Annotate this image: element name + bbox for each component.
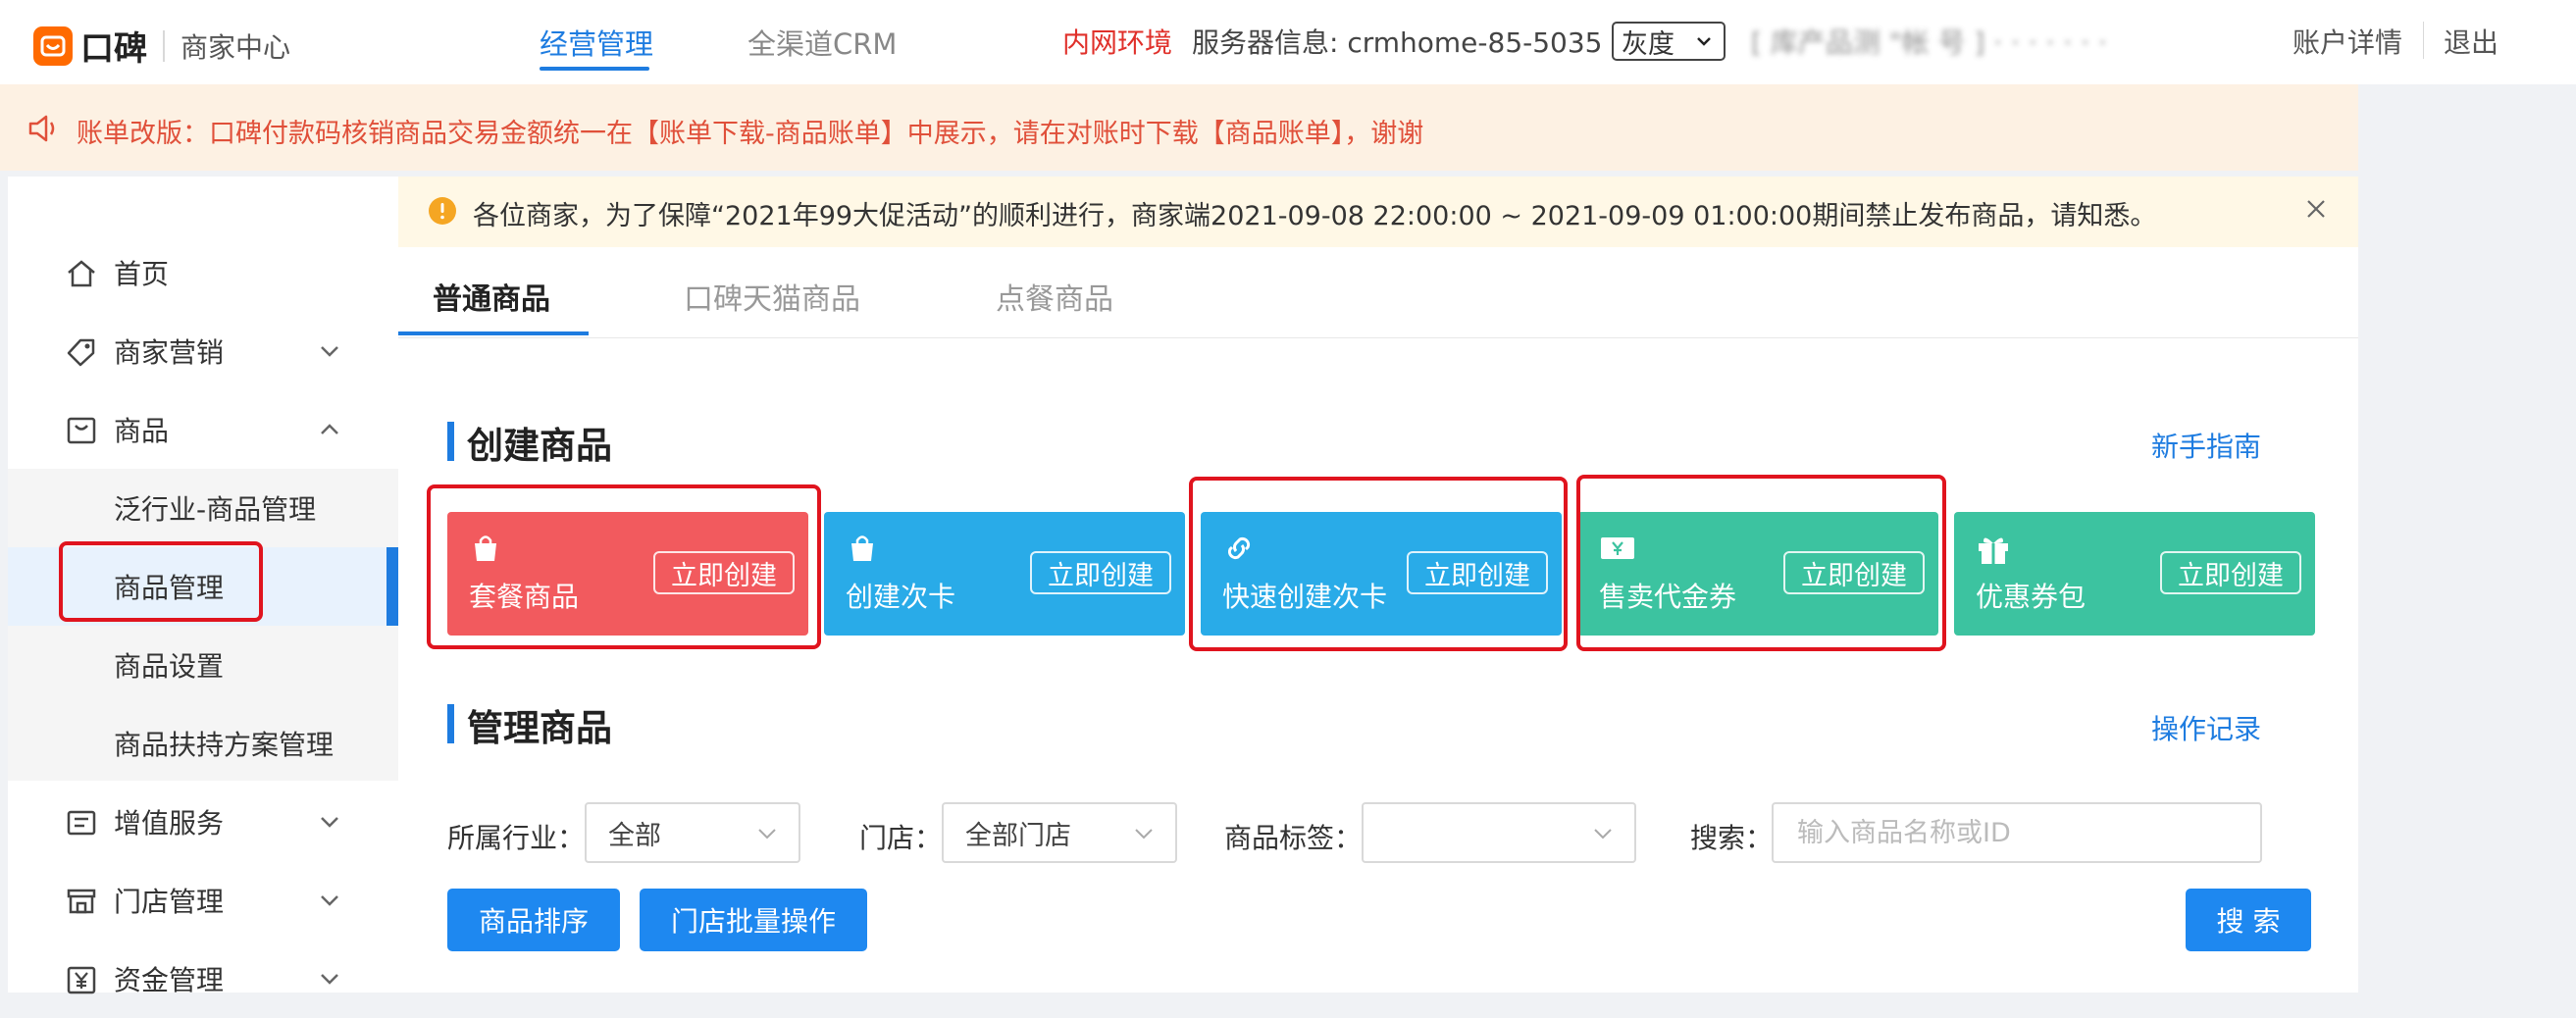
sidebar-subitem-product-settings[interactable]: 商品设置 <box>114 645 224 685</box>
manage-section-title: 管理商品 <box>467 707 612 749</box>
sidebar-subitem-general-products[interactable]: 泛行业-商品管理 <box>114 488 316 528</box>
batch-store-operation-button[interactable]: 门店批量操作 <box>640 889 867 951</box>
highlight-box <box>1189 477 1568 651</box>
sidebar-item-label: 商品 <box>114 415 170 447</box>
warning-icon <box>429 197 456 225</box>
bag-icon <box>67 417 96 444</box>
tab-tmall-products[interactable]: 口碑天猫商品 <box>684 275 860 318</box>
search-button[interactable]: 搜 索 <box>2186 889 2311 951</box>
sort-products-button[interactable]: 商品排序 <box>447 889 620 951</box>
nav-active-indicator <box>540 67 649 71</box>
search-label: 搜索： <box>1690 822 1774 854</box>
create-now-button[interactable]: 立即创建 <box>1030 551 1171 594</box>
gray-select-value: 灰度 <box>1622 28 1674 60</box>
brand-logo[interactable]: 口碑 商家中心 <box>33 22 290 70</box>
tab-ordering-products[interactable]: 点餐商品 <box>996 275 1113 318</box>
industry-select[interactable]: 全部 <box>585 802 800 863</box>
sidebar-item-marketing[interactable]: 商家营销 <box>8 312 398 390</box>
sidebar-item-label: 增值服务 <box>114 807 225 840</box>
koubei-logo-icon <box>33 25 73 66</box>
gray-select[interactable]: 灰度 <box>1612 22 1726 61</box>
section-marker <box>447 704 454 743</box>
server-info: 服务器信息: crmhome-85-5035 <box>1192 26 1603 59</box>
speaker-icon <box>28 115 55 142</box>
card-label: 优惠券包 <box>1976 581 2087 613</box>
sidebar-item-value-added[interactable]: 增值服务 <box>8 783 398 861</box>
chevron-down-icon <box>758 829 776 840</box>
store-select-value: 全部门店 <box>965 820 1071 851</box>
store-icon <box>67 889 96 914</box>
section-marker <box>447 422 454 461</box>
tabs-divider <box>398 337 2358 338</box>
industry-select-value: 全部 <box>608 820 661 851</box>
tag-select[interactable] <box>1362 802 1636 863</box>
brand-subtitle: 商家中心 <box>180 30 291 64</box>
home-icon <box>68 260 95 287</box>
maintenance-alert-text: 各位商家，为了保障“2021年99大促活动”的顺利进行，商家端2021-09-0… <box>473 201 2157 231</box>
nav-business-management[interactable]: 经营管理 <box>540 22 653 63</box>
chevron-down-icon <box>321 974 338 985</box>
top-header: 口碑 商家中心 经营管理 全渠道CRM 内网环境 服务器信息: crmhome-… <box>0 0 2576 85</box>
beginner-guide-link[interactable]: 新手指南 <box>2151 426 2261 465</box>
sidebar-item-label: 商家营销 <box>114 336 225 369</box>
brand-name: 口碑 <box>80 29 147 69</box>
sidebar-item-stores[interactable]: 门店管理 <box>8 861 398 940</box>
account-details-link[interactable]: 账户详情 <box>2293 22 2402 61</box>
chevron-up-icon <box>321 424 338 434</box>
tag-icon <box>67 338 95 367</box>
chevron-down-icon <box>321 817 338 828</box>
sidebar-subitem-support-plans[interactable]: 商品扶持方案管理 <box>114 724 334 763</box>
chevron-down-icon <box>1135 829 1153 840</box>
highlight-box <box>59 541 263 622</box>
card-label: 创建次卡 <box>846 581 956 613</box>
gift-icon <box>1979 537 2008 564</box>
sidebar-item-label: 门店管理 <box>114 886 225 918</box>
tab-regular-products[interactable]: 普通商品 <box>433 275 550 318</box>
card-create-pass[interactable]: 创建次卡 立即创建 <box>824 512 1185 636</box>
logout-link[interactable]: 退出 <box>2444 22 2499 61</box>
brand-divider <box>163 29 165 62</box>
search-input[interactable] <box>1772 802 2262 863</box>
sidebar-item-label: 首页 <box>114 258 170 290</box>
chevron-down-icon <box>321 895 338 906</box>
create-now-button[interactable]: 立即创建 <box>2160 551 2301 594</box>
billing-notice-text: 账单改版：口碑付款码核销商品交易金额统一在【账单下载-商品账单】中展示，请在对账… <box>77 119 1424 149</box>
blurred-account-info: [ 库产品测 "帐 号 ] · · · · · · · <box>1751 26 2107 59</box>
sidebar-item-funds[interactable]: 资金管理 <box>8 940 398 1018</box>
tab-active-indicator <box>398 331 589 335</box>
close-icon[interactable] <box>2303 196 2329 222</box>
page-gutter <box>2358 84 2576 993</box>
header-divider <box>2423 22 2424 59</box>
yuan-icon <box>67 966 96 994</box>
chevron-down-icon <box>321 346 338 357</box>
highlight-box <box>427 484 821 649</box>
nav-omnichannel-crm[interactable]: 全渠道CRM <box>747 22 897 63</box>
store-select[interactable]: 全部门店 <box>942 802 1177 863</box>
industry-label: 所属行业： <box>447 822 586 854</box>
card-coupon-bundle[interactable]: 优惠券包 立即创建 <box>1954 512 2315 636</box>
sidebar-item-label: 资金管理 <box>114 964 225 996</box>
operation-log-link[interactable]: 操作记录 <box>2151 708 2261 747</box>
highlight-box <box>1576 475 1946 651</box>
chevron-down-icon <box>1697 37 1711 46</box>
tag-label: 商品标签： <box>1224 822 1363 854</box>
create-section-title: 创建商品 <box>467 425 612 467</box>
store-label: 门店： <box>859 822 943 854</box>
sidebar-item-products[interactable]: 商品 <box>8 390 398 469</box>
billing-notice-bar: 账单改版：口碑付款码核销商品交易金额统一在【账单下载-商品账单】中展示，请在对账… <box>0 84 2576 171</box>
env-label: 内网环境 <box>1062 26 1173 59</box>
chevron-down-icon <box>1594 829 1612 840</box>
sidebar-active-indicator <box>386 547 398 626</box>
shopping-bag-icon <box>851 535 873 561</box>
services-icon <box>67 810 96 836</box>
sidebar-item-home[interactable]: 首页 <box>8 233 398 312</box>
